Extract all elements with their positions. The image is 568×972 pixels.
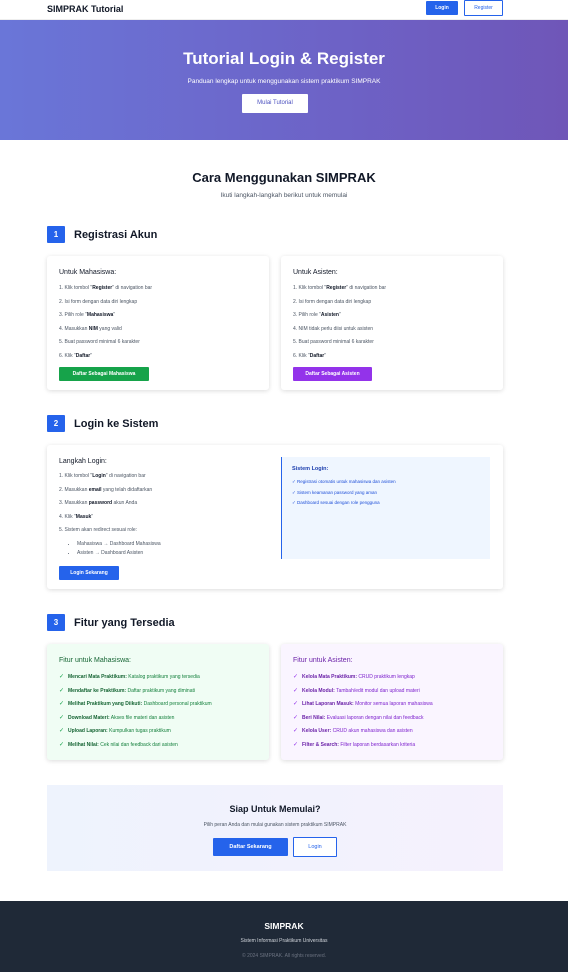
list-item: 6. Klik "Daftar" [293,352,327,359]
feature-item: ✓ Melihat Praktikum yang Diikuti: Dashboa… [59,701,212,707]
list-item: 1. Klik tombol "Login" di navigation bar [59,473,146,479]
step-number-1: 1 [47,226,65,243]
list-item: Asisten → Dashboard Asisten [77,550,161,559]
register-asisten-button[interactable]: Daftar Sebagai Asisten [293,367,372,381]
list-item: 5. Buat password minimal 6 karakter [293,339,374,345]
list-item: 2. Masukkan email yang telah didaftarkan [59,486,153,493]
cta-section: Siap Untuk Memulai? Pilih peran Anda dan… [47,785,503,871]
feature-item: ✓ Mendaftar ke Praktikum: Daftar praktiku… [59,687,195,694]
navbar: SIMPRAK Tutorial Login Register [0,0,568,20]
check-icon: ✓ [293,728,299,734]
features-asisten-list: ✓ Kelola Mata Praktikum: CRUD praktikum l… [293,673,433,754]
hero-section: Tutorial Login & Register Panduan lengka… [0,20,568,140]
register-mahasiswa-steps: 1. Klik tombol "Register" di navigation … [59,285,152,366]
list-item: 4. Klik "Masuk" [59,513,94,520]
list-item: 1. Klik tombol "Register" di navigation … [59,285,153,291]
list-item: Mahasiswa → Dashboard Mahasiswa [77,541,161,550]
system-login-info: Sistem Login: ✓ Registrasi otomatis untu… [281,457,490,559]
list-item: 2. Isi form dengan data diri lengkap [59,298,138,305]
system-login-list: ✓ Registrasi otomatis untuk mahasiswa da… [292,479,396,511]
cta-subtitle: Pilih peran Anda dan mulai gunakan siste… [203,822,347,828]
list-item: 3. Pilih role "Asisten" [293,312,341,318]
list-item: ✓ Dashboard sesuai dengan role pengguna [292,500,380,505]
list-item: ✓ Sistem keamanan password yang aman [292,489,378,495]
check-icon: ✓ [59,728,65,734]
feature-item: ✓ Kelola User: CRUD akun mahasiswa dan as… [293,728,413,734]
card-register-mahasiswa: Untuk Mahasiswa: 1. Klik tombol "Registe… [47,256,269,390]
card-heading: Langkah Login: [59,458,107,465]
brand-title[interactable]: SIMPRAK Tutorial [47,4,123,14]
card-heading: Fitur untuk Asisten: [293,657,353,664]
section-subtitle: Ikuti langkah-langkah berikut untuk memu… [220,192,348,199]
feature-item: ✓ Melihat Nilai: Cek nilai dan feedback d… [59,741,178,748]
list-item: 5. Sistem akan redirect sesuai role: [59,527,138,533]
login-now-button[interactable]: Login Sekarang [59,566,119,580]
list-item: 5. Buat password minimal 6 karakter [59,339,140,345]
list-item: 4. Masukkan NIM yang valid [59,325,122,332]
check-icon: ✓ [293,687,299,694]
register-asisten-steps: 1. Klik tombol "Register" di navigation … [293,285,386,366]
card-features-mahasiswa: Fitur untuk Mahasiswa: ✓ Mencari Mata Pra… [47,644,269,760]
cta-register-button[interactable]: Daftar Sekarang [213,838,288,856]
footer-brand: SIMPRAK [264,921,304,931]
login-steps: 1. Klik tombol "Login" di navigation bar… [59,473,152,541]
features-mahasiswa-list: ✓ Mencari Mata Praktikum: Katalog praktik… [59,673,212,754]
redirect-list: Mahasiswa → Dashboard Mahasiswa Asisten … [67,541,161,559]
step-title-fitur: Fitur yang Tersedia [74,617,175,629]
check-icon: ✓ [293,741,299,748]
footer-copyright: © 2024 SIMPRAK. All rights reserved. [242,953,326,959]
check-icon: ✓ [59,741,65,748]
list-item: 3. Pilih role "Mahasiswa" [59,312,116,318]
feature-item: ✓ Download Materi: Akses file materi dan … [59,714,175,721]
check-icon: ✓ [293,714,299,721]
check-icon: ✓ [59,701,65,707]
feature-item: ✓ Filter & Search: Filter laporan berdasa… [293,741,416,748]
list-item: ✓ Registrasi otomatis untuk mahasiswa da… [292,479,396,484]
check-icon: ✓ [59,714,65,721]
step-title-login: Login ke Sistem [74,418,159,430]
start-tutorial-button[interactable]: Mulai Tutorial [242,94,308,113]
step-number-3: 3 [47,614,65,631]
nav-register-button[interactable]: Register [464,0,503,16]
hero-title: Tutorial Login & Register [183,49,385,68]
cta-login-button[interactable]: Login [293,837,337,857]
feature-item: ✓ Kelola Modul: Tambah/edit modul dan upl… [293,687,420,694]
card-register-asisten: Untuk Asisten: 1. Klik tombol "Register"… [281,256,503,390]
feature-item: ✓ Beri Nilai: Evaluasi laporan dengan nil… [293,714,424,721]
check-icon: ✓ [293,674,299,680]
step-number-2: 2 [47,415,65,432]
feature-item: ✓ Upload Laporan: Kumpulkan tugas praktik… [59,728,171,734]
register-mahasiswa-button[interactable]: Daftar Sebagai Mahasiswa [59,367,149,381]
feature-item: ✓ Lihat Laporan Masuk: Monitor semua lapo… [293,701,433,707]
card-heading: Untuk Mahasiswa: [59,269,117,276]
list-item: 4. NIM tidak perlu diisi untuk asisten [293,325,374,332]
list-item: 6. Klik "Daftar" [59,352,93,359]
feature-item: ✓ Kelola Mata Praktikum: CRUD praktikum l… [293,674,415,680]
step-title-registrasi: Registrasi Akun [74,229,158,241]
section-title: Cara Menggunakan SIMPRAK [192,170,376,185]
check-icon: ✓ [59,674,65,680]
footer: SIMPRAK Sistem Informasi Praktikum Unive… [0,901,568,972]
check-icon: ✓ [293,701,299,707]
card-heading: Untuk Asisten: [293,269,338,276]
system-login-title: Sistem Login: [292,466,329,472]
check-icon: ✓ [59,687,65,694]
feature-item: ✓ Mencari Mata Praktikum: Katalog praktik… [59,674,200,680]
nav-login-button[interactable]: Login [426,1,458,15]
footer-tagline: Sistem Informasi Praktikum Universitas [240,938,328,944]
hero-subtitle: Panduan lengkap untuk menggunakan sistem… [187,78,381,85]
card-heading: Fitur untuk Mahasiswa: [59,657,131,664]
card-features-asisten: Fitur untuk Asisten: ✓ Kelola Mata Prakti… [281,644,503,760]
list-item: 1. Klik tombol "Register" di navigation … [293,285,387,291]
list-item: 2. Isi form dengan data diri lengkap [293,298,372,305]
cta-title: Siap Untuk Memulai? [229,804,321,814]
list-item: 3. Masukkan password akun Anda [59,500,138,506]
